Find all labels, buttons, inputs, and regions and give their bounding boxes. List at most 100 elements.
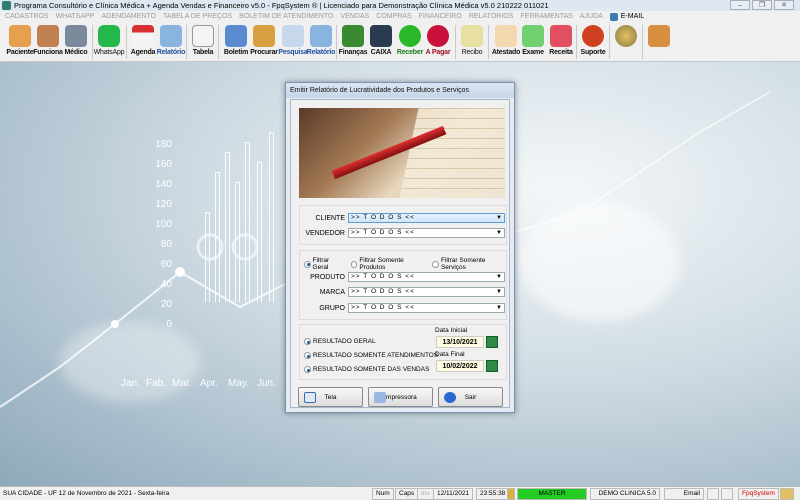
finance-icon bbox=[342, 25, 364, 47]
app-icon bbox=[2, 1, 11, 10]
menu-agendamento[interactable]: AGENDAMENTO bbox=[101, 11, 156, 22]
resultado-geral-radio[interactable]: RESULTADO GERAL bbox=[304, 338, 376, 345]
y-tick: 40 bbox=[160, 279, 172, 290]
separator bbox=[609, 25, 610, 59]
marca-label: MARCA bbox=[319, 288, 345, 296]
menu-boletim[interactable]: BOLETIM DE ATENDIMENTO bbox=[239, 11, 333, 22]
menu-ajuda[interactable]: AJUDA bbox=[580, 11, 603, 22]
menu-email-label: E-MAIL bbox=[620, 13, 645, 20]
month-label: Mar. bbox=[172, 378, 192, 389]
label: RESULTADO GERAL bbox=[313, 338, 376, 345]
search-icon bbox=[282, 25, 304, 47]
exit-button[interactable] bbox=[644, 24, 674, 60]
a-pagar-button[interactable]: A Pagar bbox=[423, 24, 453, 60]
employees-icon bbox=[37, 25, 59, 47]
minimize-button[interactable]: – bbox=[730, 0, 750, 10]
sair-button[interactable]: Sair bbox=[438, 387, 503, 407]
medico-button[interactable]: Médico bbox=[61, 24, 91, 60]
impressora-button[interactable]: Impressora bbox=[368, 387, 433, 407]
resultado-atendimentos-radio[interactable]: RESULTADO SOMENTE ATENDIMENTOS bbox=[304, 352, 438, 359]
toolbar: Paciente Funciona Médico WhatsApp Agenda… bbox=[0, 22, 800, 62]
calendar-icon bbox=[132, 25, 154, 47]
month-label: Fab. bbox=[146, 378, 167, 389]
data-inicial-input[interactable]: 13/10/2021 bbox=[436, 336, 484, 348]
email-status-button[interactable]: Email bbox=[664, 488, 704, 500]
month-label: Apr. bbox=[200, 378, 218, 389]
monitor-icon[interactable] bbox=[721, 488, 733, 500]
status-location-date: SUA CIDADE - UF 12 de Novembro de 2021 -… bbox=[3, 490, 170, 497]
disk-icon[interactable] bbox=[707, 488, 719, 500]
status-date: 12/11/2021 bbox=[433, 488, 474, 500]
filter-produtos-radio[interactable]: Filtrar Somente Produtos bbox=[350, 257, 426, 271]
receive-money-icon bbox=[399, 25, 421, 47]
filter-geral-radio[interactable]: Filtrar Geral bbox=[304, 257, 344, 271]
resultado-vendas-radio[interactable]: RESULTADO SOMENTE DAS VENDAS bbox=[304, 366, 429, 373]
chevron-down-icon: ▼ bbox=[496, 289, 502, 295]
calendar-icon[interactable] bbox=[486, 360, 498, 372]
grupo-select[interactable]: >> T O D O S << ▼ bbox=[348, 303, 505, 313]
vendedor-label: VENDEDOR bbox=[305, 229, 345, 237]
menu-relatorios[interactable]: RELATÓRIOS bbox=[469, 11, 514, 22]
recibo-button[interactable]: Recibo bbox=[457, 24, 487, 60]
separator bbox=[642, 25, 643, 59]
tabela-button[interactable]: Tabela bbox=[188, 24, 218, 60]
coin-button[interactable] bbox=[611, 24, 641, 60]
produto-value: >> T O D O S << bbox=[351, 273, 415, 280]
menu-vendas[interactable]: VENDAS bbox=[340, 11, 369, 22]
filter-servicos-radio[interactable]: Filtrar Somente Serviços bbox=[432, 257, 506, 271]
month-label: Jun. bbox=[257, 378, 276, 389]
tela-button[interactable]: Tela bbox=[298, 387, 363, 407]
whatsapp-button[interactable]: WhatsApp bbox=[94, 24, 125, 60]
printer-icon bbox=[160, 25, 182, 47]
product-filter-group: Filtrar Geral Filtrar Somente Produtos F… bbox=[299, 250, 507, 320]
label: Filtrar Somente Produtos bbox=[359, 257, 404, 271]
menu-whatsapp[interactable]: WHATSAPP bbox=[56, 11, 95, 22]
pay-money-icon bbox=[427, 25, 449, 47]
data-final-input[interactable]: 10/02/2022 bbox=[436, 360, 484, 372]
screen-icon bbox=[304, 392, 316, 403]
cashbook-icon bbox=[370, 25, 392, 47]
prescription-icon bbox=[550, 25, 572, 47]
y-tick: 0 bbox=[166, 319, 172, 330]
coin-icon bbox=[615, 25, 637, 47]
email-icon bbox=[609, 12, 618, 21]
cliente-label: CLIENTE bbox=[315, 214, 345, 222]
menu-tabela-precos[interactable]: TABELA DE PREÇOS bbox=[163, 11, 232, 22]
month-label: May. bbox=[228, 378, 249, 389]
price-table-icon bbox=[192, 25, 214, 47]
label: Filtrar Geral bbox=[312, 257, 330, 271]
marca-select[interactable]: >> T O D O S << ▼ bbox=[348, 287, 505, 297]
certificate-icon bbox=[495, 25, 517, 47]
y-tick: 100 bbox=[155, 219, 172, 230]
label: Suporte bbox=[580, 49, 606, 56]
printer-icon bbox=[374, 392, 386, 403]
title-bar: Programa Consultório e Clínica Médica + … bbox=[0, 0, 800, 11]
menu-compras[interactable]: COMPRAS bbox=[376, 11, 411, 22]
arrow-right-icon bbox=[444, 392, 456, 403]
menu-financeiro[interactable]: FINANCEIRO bbox=[419, 11, 462, 22]
cliente-select[interactable]: >> T O D O S << ▼ bbox=[348, 213, 505, 223]
produto-label: PRODUTO bbox=[310, 273, 345, 281]
label: Tela bbox=[324, 393, 337, 401]
produto-select[interactable]: >> T O D O S << ▼ bbox=[348, 272, 505, 282]
suporte-button[interactable]: Suporte bbox=[578, 24, 608, 60]
close-button[interactable]: ✕ bbox=[774, 0, 794, 10]
calendar-icon[interactable] bbox=[486, 336, 498, 348]
cliente-value: >> T O D O S << bbox=[351, 214, 415, 221]
label: Filtrar Somente Serviços bbox=[440, 257, 486, 271]
brand-label: FpqSystem bbox=[738, 488, 779, 500]
y-tick: 20 bbox=[160, 299, 172, 310]
num-indicator: Num bbox=[372, 488, 394, 500]
chevron-down-icon: ▼ bbox=[496, 305, 502, 311]
label: RESULTADO SOMENTE ATENDIMENTOS bbox=[313, 352, 439, 359]
maximize-button[interactable]: ❐ bbox=[752, 0, 772, 10]
company-name: DEMO CLINICA 5.0 bbox=[590, 488, 660, 500]
profitability-report-dialog: Emitir Relatório de Lucratividade dos Pr… bbox=[285, 82, 515, 413]
client-group: CLIENTE >> T O D O S << ▼ VENDEDOR >> T O D… bbox=[299, 205, 507, 245]
menu-email[interactable]: E-MAIL bbox=[609, 11, 645, 22]
menu-ferramentas[interactable]: FERRAMENTAS bbox=[520, 11, 572, 22]
data-inicial-label: Data Inicial bbox=[435, 327, 468, 334]
bulletin-icon bbox=[225, 25, 247, 47]
vendedor-select[interactable]: >> T O D O S << ▼ bbox=[348, 228, 505, 238]
menu-cadastros[interactable]: CADASTROS bbox=[5, 11, 49, 22]
